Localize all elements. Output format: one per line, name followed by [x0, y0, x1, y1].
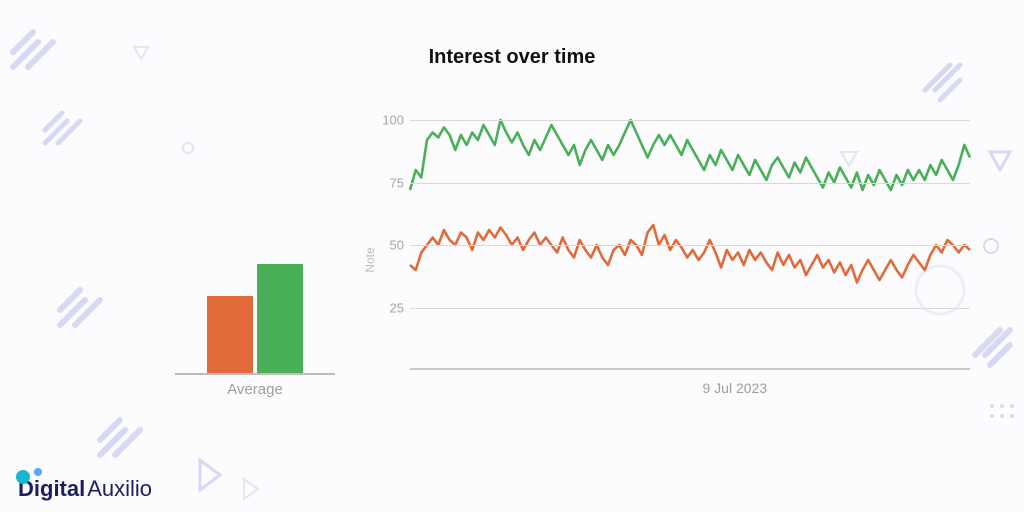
line-chart: Note 2550751009 Jul 2023	[380, 120, 970, 400]
bar-plot-area	[175, 215, 335, 375]
logo-dot-icon	[16, 470, 30, 484]
bar-chart: Average	[175, 215, 335, 400]
bar-series-b	[257, 264, 303, 373]
logo-word-2: Auxilio	[87, 476, 152, 502]
x-tick-label: 9 Jul 2023	[702, 380, 767, 396]
line-series	[410, 120, 970, 190]
grid-line	[410, 120, 970, 121]
bar-series-a	[207, 296, 253, 373]
chart-canvas: Interest over time Average Note 25507510…	[0, 0, 1024, 512]
chart-title: Interest over time	[0, 46, 1024, 69]
line-series	[410, 225, 970, 283]
logo-dot-icon	[34, 468, 42, 476]
y-axis-label: Note	[363, 247, 377, 272]
y-tick-label: 50	[376, 238, 404, 253]
bar-x-label: Average	[175, 381, 335, 398]
y-tick-label: 25	[376, 300, 404, 315]
grid-line	[410, 245, 970, 246]
grid-line	[410, 308, 970, 309]
brand-logo: Digital Auxilio	[18, 476, 152, 502]
y-tick-label: 100	[376, 113, 404, 128]
y-tick-label: 75	[376, 175, 404, 190]
x-axis	[410, 368, 970, 370]
grid-line	[410, 183, 970, 184]
